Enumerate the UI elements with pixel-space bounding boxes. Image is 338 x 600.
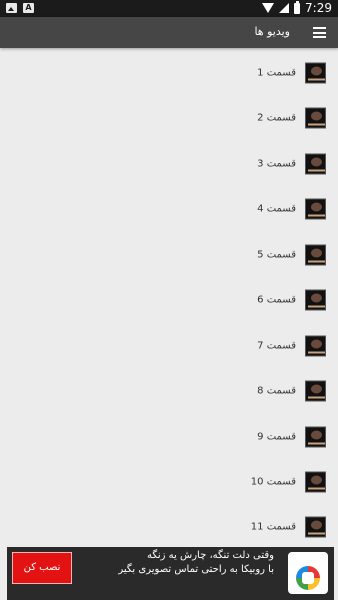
- list-item[interactable]: قسمت 9: [0, 414, 338, 459]
- episode-label: قسمت 1: [257, 67, 296, 78]
- list-item[interactable]: قسمت 6: [0, 277, 338, 322]
- episode-label: قسمت 10: [250, 476, 296, 487]
- episode-thumbnail: [305, 244, 326, 265]
- episode-label: قسمت 5: [257, 249, 296, 260]
- episode-thumbnail: [305, 289, 326, 310]
- app-bar: ویدیو ها: [0, 17, 338, 48]
- episode-thumbnail: [305, 426, 326, 447]
- image-notification-icon: [6, 3, 17, 13]
- wifi-icon: [262, 3, 275, 13]
- ad-line-2: با روبیکا به راحتی تماس تصویری بگیر: [118, 564, 274, 575]
- list-item[interactable]: قسمت 11: [0, 504, 338, 549]
- status-bar: A 7:29: [0, 0, 338, 17]
- ad-text: وقتی دلت تنگه، چارش یه زنگه با روبیکا به…: [84, 549, 274, 577]
- list-item[interactable]: قسمت 8: [0, 368, 338, 413]
- episode-thumbnail: [305, 516, 326, 537]
- list-item[interactable]: قسمت 3: [0, 141, 338, 186]
- rubika-logo-icon: [288, 552, 328, 594]
- battery-icon: [294, 0, 301, 14]
- notification-icons: A: [6, 3, 34, 13]
- list-item[interactable]: قسمت 1: [0, 50, 338, 95]
- status-right: 7:29: [262, 0, 332, 15]
- list-item[interactable]: قسمت 4: [0, 186, 338, 231]
- episode-label: قسمت 7: [257, 340, 296, 351]
- install-button[interactable]: نصب کن: [12, 552, 72, 584]
- episode-thumbnail: [305, 153, 326, 174]
- episode-thumbnail: [305, 471, 326, 492]
- episode-thumbnail: [305, 335, 326, 356]
- list-item[interactable]: قسمت 10: [0, 459, 338, 504]
- ad-banner[interactable]: نصب کن وقتی دلت تنگه، چارش یه زنگه با رو…: [7, 547, 334, 600]
- status-time: 7:29: [305, 1, 332, 15]
- list-item[interactable]: قسمت 2: [0, 95, 338, 140]
- episode-thumbnail: [305, 380, 326, 401]
- episode-label: قسمت 4: [257, 203, 296, 214]
- app-notification-icon: A: [23, 3, 34, 13]
- episode-label: قسمت 9: [257, 431, 296, 442]
- hamburger-menu-icon[interactable]: [313, 27, 326, 38]
- ad-line-1: وقتی دلت تنگه، چارش یه زنگه: [147, 550, 274, 561]
- page-title: ویدیو ها: [254, 25, 290, 38]
- episode-label: قسمت 8: [257, 385, 296, 396]
- episode-label: قسمت 6: [257, 294, 296, 305]
- episode-thumbnail: [305, 198, 326, 219]
- list-item[interactable]: قسمت 5: [0, 232, 338, 277]
- episode-label: قسمت 3: [257, 158, 296, 169]
- episode-thumbnail: [305, 107, 326, 128]
- list-item[interactable]: قسمت 7: [0, 323, 338, 368]
- episode-label: قسمت 2: [257, 112, 296, 123]
- signal-icon: [279, 3, 290, 13]
- episode-thumbnail: [305, 62, 326, 83]
- episode-label: قسمت 11: [250, 521, 296, 532]
